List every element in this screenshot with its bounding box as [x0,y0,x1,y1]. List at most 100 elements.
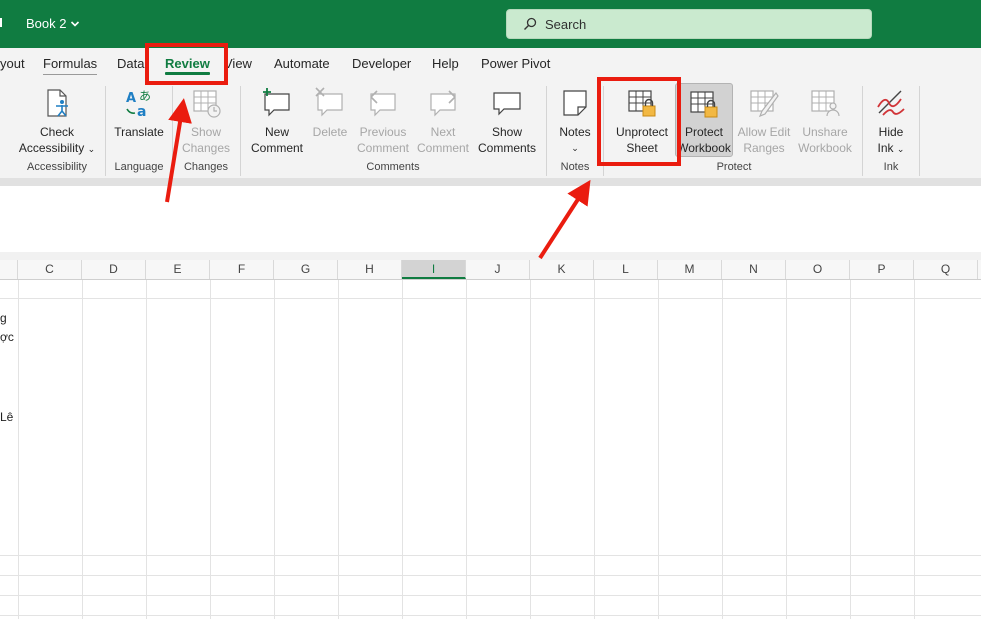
next-comment-icon [430,90,456,117]
column-header-n[interactable]: N [722,260,786,279]
notes-button[interactable]: Notes ⌄ [552,83,598,157]
tab-help[interactable]: Help [432,56,459,71]
show-comments-button[interactable]: Show Comments [474,83,540,157]
grid-line-horizontal [0,615,981,616]
show-comments-icon [493,92,521,116]
protect-workbook-line2: Workbook [677,141,731,155]
title-bar: Book 2 [0,0,981,48]
chevron-down-icon: ⌄ [896,144,905,154]
group-label-notes: Notes [560,161,590,173]
column-header-j[interactable]: J [466,260,530,279]
translate-button[interactable]: A あ a Translate [110,83,168,157]
search-box[interactable] [506,9,872,39]
notes-icon [563,90,587,116]
protect-workbook-button[interactable]: Protect Workbook [675,83,733,157]
unshare-workbook-line1: Unshare [802,125,848,139]
previous-comment-button[interactable]: Previous Comment [353,83,413,157]
hide-ink-line1: Hide [878,125,904,139]
delete-comment-icon [315,87,343,117]
show-changes-line2: Changes [181,141,231,155]
tab-power-pivot[interactable]: Power Pivot [481,56,550,71]
show-comments-line1: Show [491,125,523,139]
grid-line-vertical [338,280,339,619]
column-header-c[interactable]: C [18,260,82,279]
grid-line-horizontal [0,575,981,576]
grid-line-horizontal [0,595,981,596]
grid-line-vertical [786,280,787,619]
hide-ink-icon [877,90,905,116]
column-header-g[interactable]: G [274,260,338,279]
cell-fragment[interactable]: Lê [0,410,13,424]
next-comment-button[interactable]: Next Comment [414,83,472,157]
group-label-changes: Changes [183,161,229,173]
column-header-h[interactable]: H [338,260,402,279]
check-accessibility-button[interactable]: Check Accessibility ⌄ [14,83,100,157]
column-header-d[interactable]: D [82,260,146,279]
search-input[interactable] [545,16,845,32]
tab-automate[interactable]: Automate [274,56,330,71]
check-accessibility-line2: Accessibility ⌄ [19,140,95,157]
grid-line-vertical [722,280,723,619]
grid-line-vertical [146,280,147,619]
allow-edit-ranges-line1: Allow Edit [737,125,791,139]
chevron-down-icon: ⌄ [571,143,579,153]
cell-fragment[interactable]: ợc [0,330,14,344]
column-header-m[interactable]: M [658,260,722,279]
document-title-text: Book 2 [26,16,67,31]
ribbon-bottom-edge [0,178,981,186]
group-label-ink: Ink [883,161,899,173]
group-separator [546,86,547,176]
unshare-workbook-button[interactable]: Unshare Workbook [794,83,856,157]
new-comment-line2: Comment [250,141,303,155]
group-label-language: Language [114,161,164,173]
group-separator [919,86,920,176]
allow-edit-ranges-button[interactable]: Allow Edit Ranges [734,83,794,157]
group-separator [862,86,863,176]
translate-icon: A あ a [126,89,151,119]
grid-line-vertical [466,280,467,619]
hide-ink-button[interactable]: Hide Ink ⌄ [868,83,914,157]
next-comment-line2: Comment [416,141,469,155]
group-separator [172,86,173,176]
check-accessibility-label: Accessibility [18,141,85,155]
grid-line-horizontal [0,298,981,299]
document-title[interactable]: Book 2 [26,16,80,31]
tab-data[interactable]: Data [117,56,144,71]
grid-line-vertical [82,280,83,619]
group-label-accessibility: Accessibility [27,161,87,173]
grid-line-vertical [402,280,403,619]
protect-workbook-line1: Protect [684,125,723,139]
allow-edit-ranges-line2: Ranges [743,141,785,155]
show-changes-icon [193,90,221,118]
tab-page-layout[interactable]: yout [0,56,25,71]
show-changes-line1: Show [190,125,222,139]
tab-view[interactable]: View [224,56,252,71]
column-header-l[interactable]: L [594,260,658,279]
tab-formulas[interactable]: Formulas [43,56,98,75]
column-header-f[interactable]: F [210,260,274,279]
column-header-i[interactable]: I [402,260,466,279]
formula-bar-area[interactable] [0,186,981,252]
cell-fragment[interactable]: g [0,311,7,325]
column-header-q[interactable]: Q [914,260,978,279]
tab-developer[interactable]: Developer [352,56,411,71]
search-icon [524,17,537,30]
column-header-o[interactable]: O [786,260,850,279]
column-header-k[interactable]: K [530,260,594,279]
column-header-p[interactable]: P [850,260,914,279]
delete-comment-button[interactable]: Delete [307,83,353,157]
grid-line-vertical [18,280,19,619]
new-comment-button[interactable]: New Comment [246,83,308,157]
grid-line-vertical [530,280,531,619]
show-changes-button[interactable]: Show Changes [176,83,236,157]
group-separator [105,86,106,176]
column-header-partial[interactable] [0,260,18,279]
hide-ink-label: Ink [877,141,894,155]
highlight-box-review-tab [145,43,228,85]
check-accessibility-line1: Check [39,125,74,139]
formula-bar-separator [0,252,981,260]
chevron-down-icon [71,20,80,27]
column-header-e[interactable]: E [146,260,210,279]
grid-line-vertical [658,280,659,619]
title-bar-edge-mark [0,18,2,27]
